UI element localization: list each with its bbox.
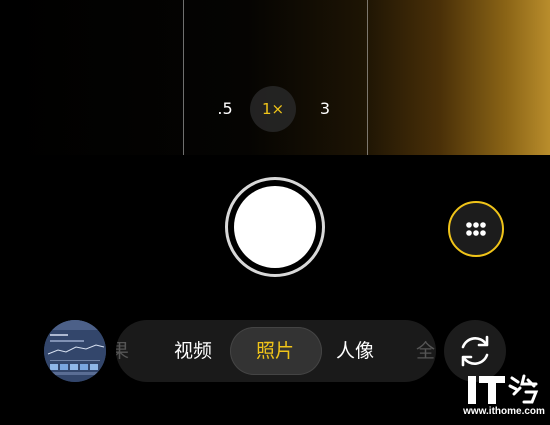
mode-item-photo[interactable]: 照片 [256,320,294,382]
ithome-logo [468,374,539,404]
ithome-watermark: www.ithome.com [462,372,546,422]
mode-selector: 果 视频 照片 人像 全 [116,320,436,382]
watermark-url: www.ithome.com [463,406,545,417]
grid-line-left [183,0,184,155]
zoom-option-0.5x[interactable]: .5 [213,86,237,132]
shutter-button[interactable] [225,177,325,277]
camera-viewfinder[interactable]: .5 1× 3 [0,0,550,155]
zoom-option-1x[interactable]: 1× [250,86,296,132]
zoom-selector: .5 1× 3 [205,86,345,132]
gallery-preview-image [44,320,106,382]
grid-dots-icon [466,222,486,236]
more-options-button[interactable] [448,201,504,257]
gallery-thumbnail[interactable] [44,320,106,382]
grid-line-right [367,0,368,155]
mode-item-portrait[interactable]: 人像 [336,320,374,382]
mode-item-video[interactable]: 视频 [174,320,212,382]
zoom-option-3x[interactable]: 3 [315,86,335,132]
shutter-inner [234,186,316,268]
mode-item-partial-right[interactable]: 全 [416,320,435,382]
mode-item-partial-left[interactable]: 果 [116,320,129,382]
